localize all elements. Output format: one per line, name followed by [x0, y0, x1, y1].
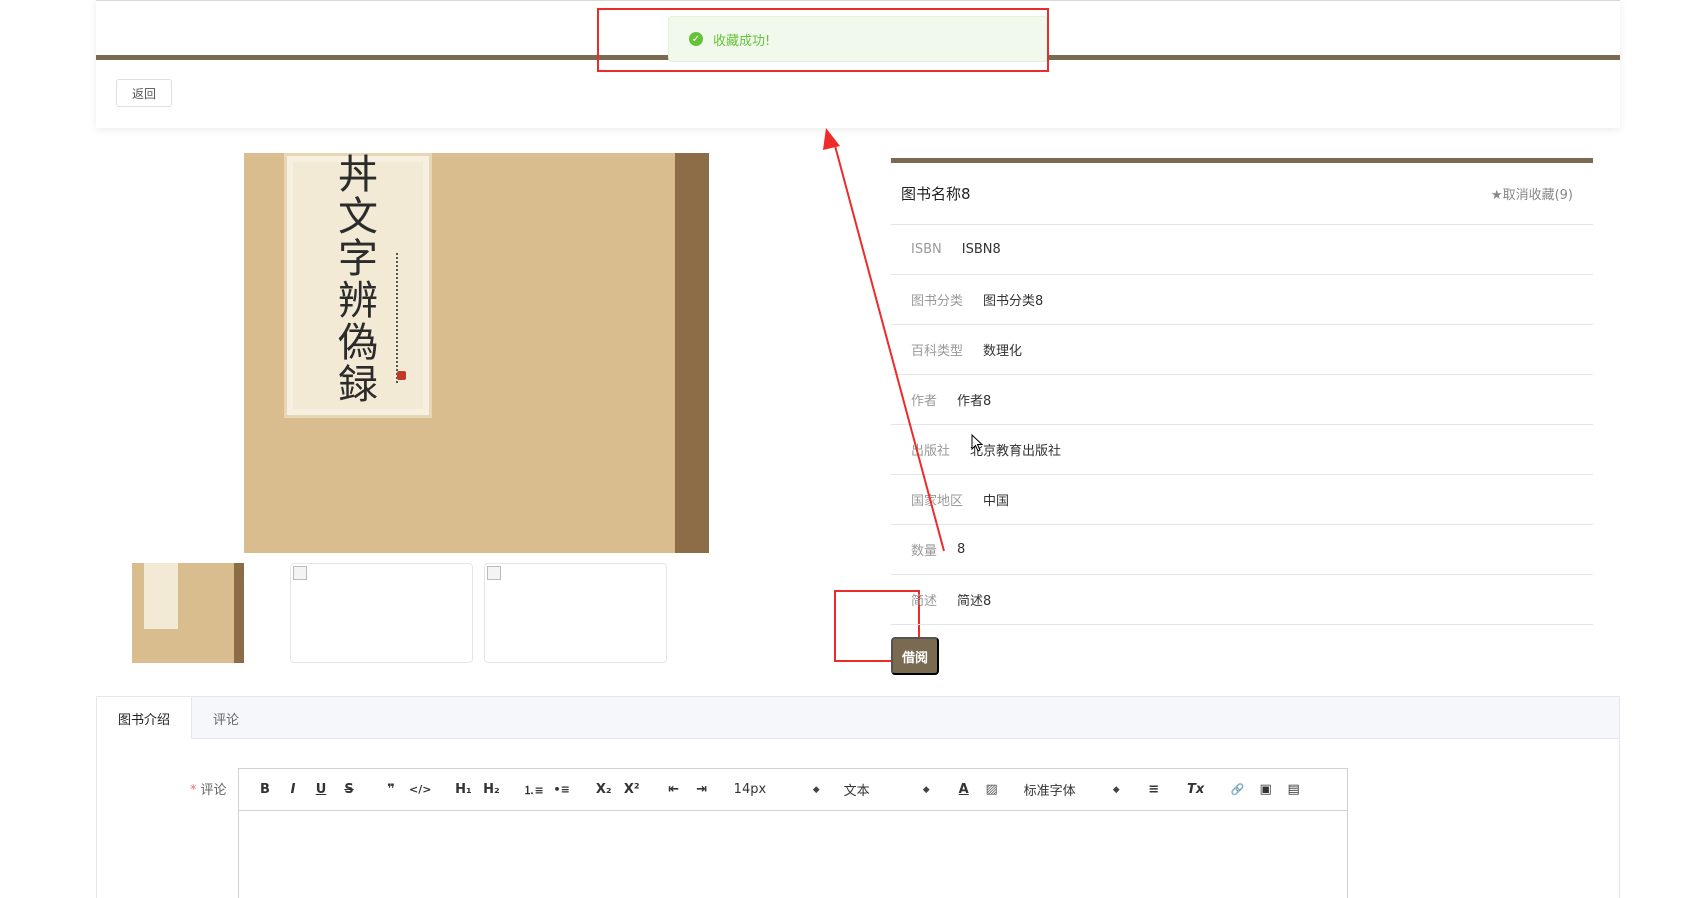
quote-icon[interactable]: ❞ — [381, 778, 401, 802]
field-row-publisher: 出版社 北京教育出版社 — [891, 425, 1593, 475]
chevron-updown-icon: ◆ — [1112, 784, 1120, 795]
comment-label: * 评论 — [190, 779, 227, 798]
cover-spine — [675, 153, 709, 553]
ordered-list-icon[interactable]: ⒈≡ — [523, 778, 543, 802]
field-value: 图书分类8 — [983, 294, 1044, 309]
cover-author-column — [396, 253, 404, 383]
editor-toolbar: B I U S ❞ </> H₁ H₂ ⒈≡ •≡ X₂ X² ⇤ ⇥ 14px… — [239, 769, 1347, 811]
field-row-isbn: ISBN ISBN8 — [891, 225, 1593, 275]
font-family-picker[interactable]: 标准字体 ◆ — [1024, 778, 1120, 802]
field-value: 作者8 — [957, 394, 992, 409]
unfavorite-button[interactable]: ★取消收藏(9) — [1491, 184, 1573, 203]
book-cover-image: 丼文字辨偽録 — [244, 153, 709, 553]
strike-button[interactable]: S — [339, 778, 359, 802]
comment-label-text: 评论 — [200, 783, 227, 798]
subscript-button[interactable]: X₂ — [594, 778, 614, 802]
thumbnail-3[interactable] — [484, 563, 667, 663]
align-icon[interactable]: ≡ — [1144, 778, 1164, 802]
tab-comments[interactable]: 评论 — [192, 697, 260, 739]
field-label: 百科类型 — [911, 344, 964, 359]
thumbnail-label — [144, 563, 178, 629]
borrow-button[interactable]: 借阅 — [891, 637, 939, 675]
broken-image-icon — [487, 566, 501, 580]
bullet-list-icon[interactable]: •≡ — [552, 778, 572, 802]
book-info-panel: 图书名称8 ★取消收藏(9) ISBN ISBN8 图书分类 图书分类8 百科类… — [891, 158, 1593, 625]
clean-format-icon[interactable]: Tx — [1186, 778, 1206, 802]
background-color-icon[interactable]: ▨ — [982, 778, 1002, 802]
superscript-button[interactable]: X² — [622, 778, 642, 802]
h1-button[interactable]: H₁ — [453, 778, 473, 802]
video-icon[interactable]: ▤ — [1284, 778, 1304, 802]
field-label: ISBN — [911, 242, 942, 257]
tab-intro[interactable]: 图书介绍 — [97, 697, 193, 739]
chevron-updown-icon: ◆ — [812, 784, 820, 795]
field-row-region: 国家地区 中国 — [891, 475, 1593, 525]
field-value: ISBN8 — [961, 242, 1001, 257]
image-icon[interactable]: ▣ — [1256, 778, 1276, 802]
h2-button[interactable]: H₂ — [481, 778, 501, 802]
field-row-summary: 简述 简述8 — [891, 575, 1593, 625]
indent-icon[interactable]: ⇥ — [692, 778, 712, 802]
field-label: 图书分类 — [911, 294, 964, 309]
mouse-cursor-icon — [971, 434, 983, 452]
font-size-value: 14px — [733, 782, 767, 797]
bold-button[interactable]: B — [255, 778, 275, 802]
header-picker[interactable]: 文本 ◆ — [844, 778, 930, 802]
field-label: 出版社 — [911, 444, 951, 459]
field-label: 作者 — [911, 394, 938, 409]
field-row-author: 作者 作者8 — [891, 375, 1593, 425]
code-icon[interactable]: </> — [409, 778, 431, 802]
back-button[interactable]: 返回 — [116, 79, 172, 107]
cover-seal — [397, 371, 406, 380]
outdent-icon[interactable]: ⇤ — [664, 778, 684, 802]
thumbnail-spine — [234, 563, 244, 663]
cover-title: 丼文字辨偽録 — [331, 153, 377, 405]
field-value: 简述8 — [957, 594, 992, 609]
field-value: 中国 — [983, 494, 1010, 509]
book-name: 图书名称8 — [901, 185, 971, 203]
field-row-quantity: 数量 8 — [891, 525, 1593, 575]
field-value: 北京教育出版社 — [970, 444, 1062, 459]
font-color-icon[interactable]: A — [954, 778, 974, 802]
field-value: 数理化 — [983, 344, 1023, 359]
thumbnail-2[interactable] — [290, 563, 473, 663]
field-label: 国家地区 — [911, 494, 964, 509]
required-mark: * — [190, 783, 197, 798]
field-label: 数量 — [911, 544, 938, 559]
font-size-picker[interactable]: 14px ◆ — [734, 778, 820, 802]
header-value: 文本 — [843, 784, 870, 799]
book-name-row: 图书名称8 ★取消收藏(9) — [891, 163, 1593, 225]
thumbnail-1[interactable] — [132, 563, 244, 663]
chevron-updown-icon: ◆ — [922, 784, 930, 795]
underline-button[interactable]: U — [311, 778, 331, 802]
comment-editor[interactable]: B I U S ❞ </> H₁ H₂ ⒈≡ •≡ X₂ X² ⇤ ⇥ 14px… — [238, 768, 1348, 898]
link-icon[interactable]: 🔗 — [1228, 778, 1248, 802]
field-label: 简述 — [911, 594, 938, 609]
tabs-header: 图书介绍 评论 — [97, 697, 1619, 739]
field-row-category: 图书分类 图书分类8 — [891, 275, 1593, 325]
field-value: 8 — [957, 542, 966, 557]
field-row-type: 百科类型 数理化 — [891, 325, 1593, 375]
font-family-value: 标准字体 — [1023, 784, 1076, 799]
broken-image-icon — [293, 566, 307, 580]
annotation-box-toast — [597, 8, 1049, 72]
italic-button[interactable]: I — [283, 778, 303, 802]
